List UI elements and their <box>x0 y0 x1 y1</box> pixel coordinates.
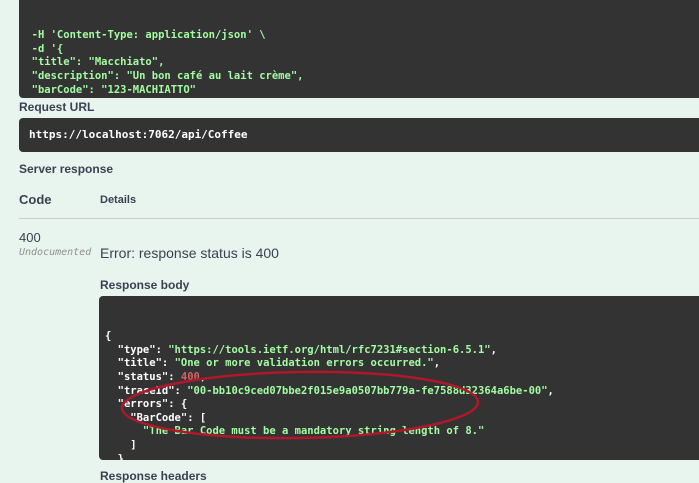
red-ellipse-annotation <box>120 370 480 440</box>
